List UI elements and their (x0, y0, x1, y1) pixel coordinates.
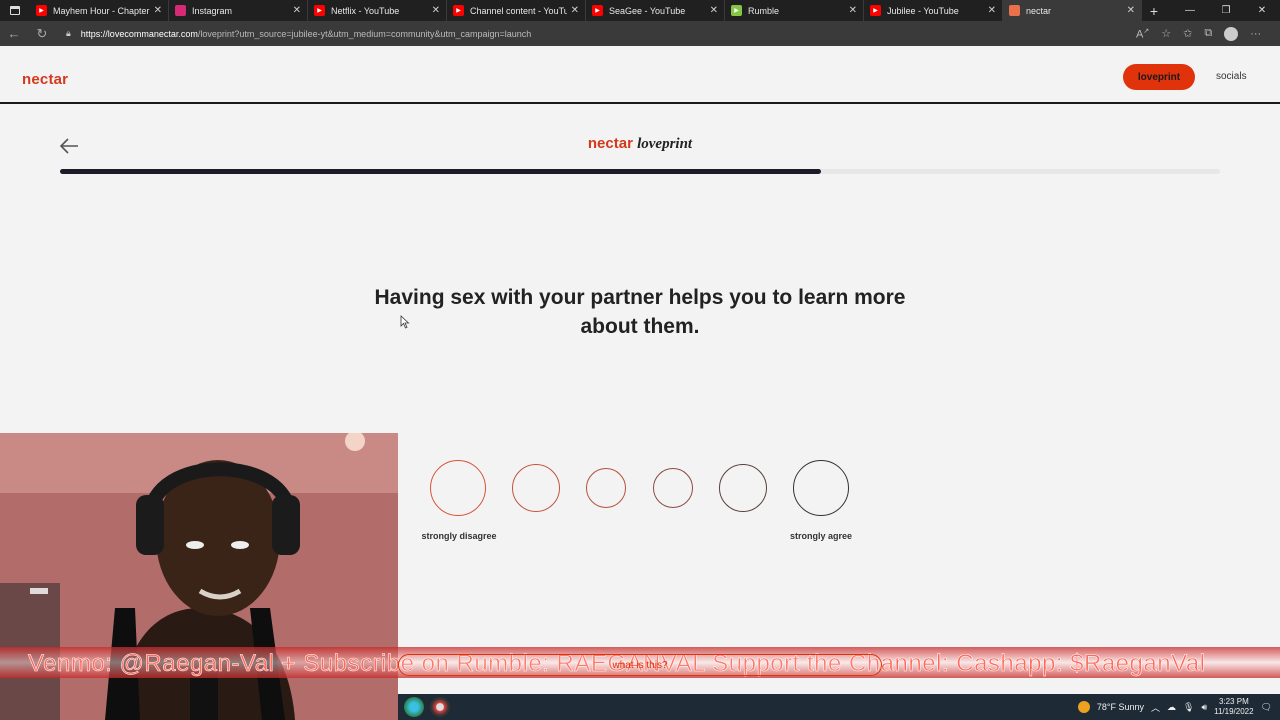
browser-tab[interactable]: ▶ Netflix - YouTube ✕ (308, 0, 447, 21)
socials-nav-link[interactable]: socials (1216, 71, 1247, 82)
volume-icon[interactable]: 🔊︎ (1201, 702, 1207, 713)
url-domain: https://lovecommanectar.com (80, 28, 198, 39)
notifications-icon[interactable]: 🗨︎ (1261, 702, 1272, 713)
tray-chevron-icon[interactable]: ︿ (1151, 701, 1160, 714)
browser-tab[interactable]: ▶ Jubilee - YouTube ✕ (864, 0, 1003, 21)
title-product: loveprint (637, 136, 693, 152)
url-field[interactable]: 🔒︎ https://lovecommanectar.com/loveprint… (66, 24, 1096, 43)
loveprint-nav-button[interactable]: loveprint (1123, 64, 1195, 90)
tab-close-icon[interactable]: ✕ (154, 5, 162, 16)
tab-close-icon[interactable]: ✕ (571, 5, 579, 16)
profile-icon[interactable] (1224, 26, 1239, 41)
weather-sun-icon (1077, 701, 1090, 713)
tab-title: Netflix - YouTube (331, 5, 400, 16)
answer-option-3[interactable] (586, 468, 626, 508)
tab-close-icon[interactable]: ✕ (293, 5, 301, 16)
title-brand: nectar (587, 135, 633, 152)
window-controls: — ❐ ✕ (1172, 5, 1280, 16)
answer-option-5[interactable] (719, 464, 767, 512)
add-favorite-icon[interactable]: ☆ (1161, 27, 1171, 40)
new-tab-button[interactable]: + (1142, 3, 1166, 19)
window-menu-icon[interactable] (0, 0, 30, 21)
clock-time: 3:23 PM (1218, 697, 1249, 706)
tab-title: Channel content - YouTube (470, 5, 567, 16)
lock-icon: 🔒︎ (66, 28, 71, 38)
label-strongly-disagree: strongly disagree (421, 531, 497, 541)
progress-bar (60, 169, 1220, 174)
browser-tab[interactable]: ▶ Mayhem Hour - Chapter 2 ✕ (30, 0, 169, 21)
url-path: /loveprint?utm_source=jubilee-yt&utm_med… (197, 28, 532, 39)
answer-option-2[interactable] (512, 464, 560, 512)
youtube-icon: ▶ (314, 5, 325, 16)
tab-close-icon[interactable]: ✕ (432, 5, 440, 16)
what-is-this-button[interactable]: what is this? (398, 654, 882, 676)
tab-close-icon[interactable]: ✕ (988, 5, 996, 16)
browser-tab-bar: ▶ Mayhem Hour - Chapter 2 ✕ Instagram ✕ ▶ Netf… (0, 0, 1280, 21)
answer-option-6[interactable] (793, 460, 849, 516)
os-taskbar: 78°F Sunny ︿ ☁ 🎙︎ 🔊︎ 3:23 PM 11/19/2022 … (398, 694, 1280, 720)
question-text: Having sex with your partner helps you t… (374, 286, 906, 338)
favorites-icon[interactable]: ✩ (1183, 27, 1192, 40)
obs-taskbar-icon[interactable] (430, 697, 450, 717)
tab-close-icon[interactable]: ✕ (710, 5, 718, 16)
site-header: nectar loveprint socials (0, 46, 1280, 104)
page-title: nectar loveprint (0, 135, 1280, 153)
browser-tab[interactable]: ▶ Rumble ✕ (725, 0, 864, 21)
tab-title: Jubilee - YouTube (887, 5, 959, 16)
microphone-icon[interactable]: 🎙︎ (1183, 702, 1194, 713)
browser-tab[interactable]: Instagram ✕ (169, 0, 308, 21)
edge-taskbar-icon[interactable] (404, 697, 424, 717)
weather-text[interactable]: 78°F Sunny (1097, 702, 1144, 712)
answer-option-1[interactable] (430, 460, 486, 516)
mouse-cursor-icon (400, 315, 410, 329)
collections-icon[interactable]: ⧉ (1204, 27, 1212, 40)
youtube-icon: ▶ (592, 5, 603, 16)
network-icon[interactable]: ☁ (1167, 702, 1176, 713)
minimize-icon[interactable]: — (1172, 5, 1208, 16)
tab-title: SeaGee - YouTube (609, 5, 686, 16)
address-bar: ← ↻ 🔒︎ https://lovecommanectar.com/lovep… (0, 21, 1280, 46)
tab-close-icon[interactable]: ✕ (849, 5, 857, 16)
tab-title: Mayhem Hour - Chapter 2 (53, 5, 150, 16)
nectar-icon (1009, 5, 1020, 16)
youtube-icon: ▶ (36, 5, 47, 16)
read-aloud-icon[interactable]: A↗ (1136, 27, 1149, 41)
browser-toolbar: A↗ ☆ ✩ ⧉ ··· (1136, 26, 1261, 41)
refresh-icon[interactable]: ↻ (28, 26, 56, 42)
close-window-icon[interactable]: ✕ (1244, 5, 1280, 16)
rumble-icon: ▶ (731, 5, 742, 16)
instagram-icon (175, 5, 186, 16)
youtube-icon: ▶ (870, 5, 881, 16)
more-menu-icon[interactable]: ··· (1250, 28, 1261, 40)
tab-title: Rumble (748, 5, 780, 16)
site-logo[interactable]: nectar (22, 71, 68, 88)
restore-icon[interactable]: ❐ (1208, 5, 1244, 16)
browser-tab[interactable]: nectar ✕ (1003, 0, 1142, 21)
tab-title: nectar (1026, 5, 1052, 16)
clock-date: 11/19/2022 (1214, 707, 1254, 716)
browser-tab[interactable]: ▶ Channel content - YouTube ✕ (447, 0, 586, 21)
browser-tab[interactable]: ▶ SeaGee - YouTube ✕ (586, 0, 725, 21)
clock[interactable]: 3:23 PM 11/19/2022 (1214, 697, 1253, 717)
system-tray: 78°F Sunny ︿ ☁ 🎙︎ 🔊︎ 3:23 PM 11/19/2022 … (1077, 697, 1280, 717)
youtube-studio-icon: ▶ (453, 5, 464, 16)
answer-option-4[interactable] (653, 468, 693, 508)
tab-close-icon[interactable]: ✕ (1127, 5, 1135, 16)
label-strongly-agree: strongly agree (789, 531, 853, 541)
progress-fill (60, 169, 821, 174)
back-icon[interactable]: ← (0, 26, 28, 41)
tab-title: Instagram (192, 5, 233, 16)
